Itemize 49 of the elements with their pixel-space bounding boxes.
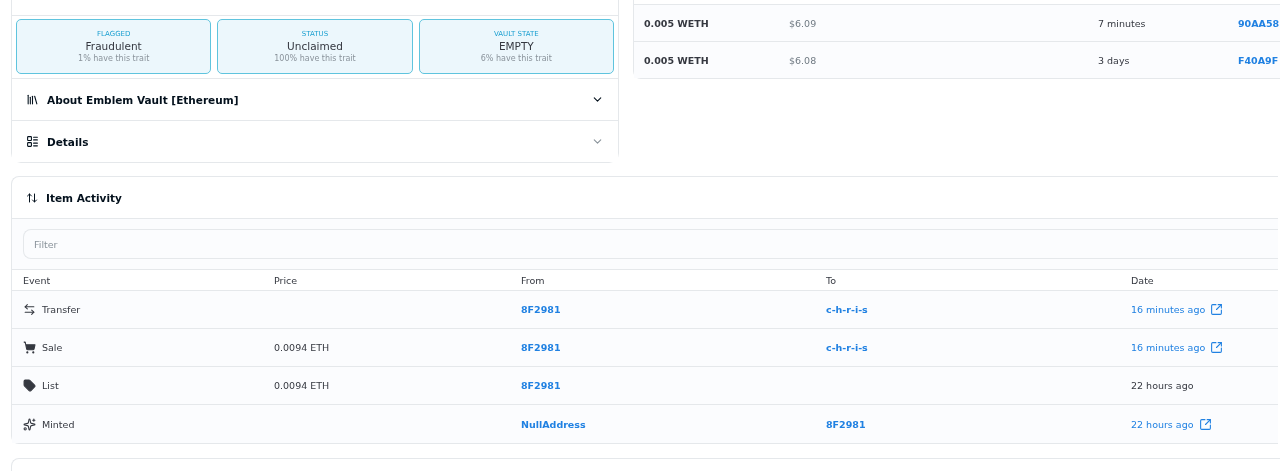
from-link[interactable]: NullAddress bbox=[521, 418, 586, 430]
trait-value: EMPTY bbox=[498, 40, 534, 52]
event-label: Sale bbox=[42, 342, 63, 353]
offer-expiration: 7 minutes bbox=[1098, 17, 1147, 29]
price-cell: 0.0094 ETH bbox=[274, 380, 330, 391]
column-header: Date bbox=[1131, 274, 1155, 286]
column-header: Price bbox=[274, 274, 299, 286]
up-down-arrows-icon bbox=[26, 191, 38, 204]
column-header: To bbox=[826, 274, 837, 286]
offer-from-link[interactable]: F40A9F bbox=[1238, 54, 1280, 66]
offer-expiration: 3 days bbox=[1098, 54, 1131, 66]
column-header: From bbox=[521, 274, 546, 286]
event-label: Minted bbox=[42, 418, 75, 430]
trait-rarity: 6% have this trait bbox=[480, 54, 552, 63]
external-link-icon bbox=[1198, 417, 1212, 431]
from-link[interactable]: 8F2981 bbox=[521, 342, 561, 353]
section-title: Item Activity bbox=[46, 191, 122, 204]
trait-value: Fraudulent bbox=[85, 40, 142, 52]
sparkle-icon bbox=[23, 417, 36, 431]
trait-rarity: 100% have this trait bbox=[274, 54, 356, 63]
offer-price: 0.005 WETH bbox=[644, 54, 710, 66]
date-link[interactable]: 22 hours ago bbox=[1131, 417, 1212, 431]
trait-rarity: 1% have this trait bbox=[78, 54, 150, 63]
external-link-icon bbox=[1210, 303, 1224, 316]
date-link[interactable]: 16 minutes ago bbox=[1131, 303, 1224, 316]
book-icon bbox=[26, 93, 39, 106]
date-text: 22 hours ago bbox=[1131, 380, 1194, 391]
offer-price: 0.005 WETH bbox=[644, 17, 710, 29]
cart-icon bbox=[23, 341, 36, 354]
list-icon bbox=[26, 135, 39, 148]
trait-value: Unclaimed bbox=[287, 40, 343, 52]
event-label: Transfer bbox=[42, 304, 81, 315]
to-link[interactable]: c-h-r-i-s bbox=[826, 304, 868, 315]
offer-from-link[interactable]: 90AA58 bbox=[1238, 17, 1280, 29]
to-link[interactable]: 8F2981 bbox=[826, 418, 866, 430]
offer-usd-price: $6.09 bbox=[789, 17, 818, 29]
price-cell: 0.0094 ETH bbox=[274, 342, 330, 353]
offer-usd-price: $6.08 bbox=[789, 54, 818, 66]
tag-icon bbox=[23, 379, 36, 392]
external-link-icon bbox=[1210, 341, 1224, 354]
event-label: List bbox=[42, 380, 59, 391]
date-link[interactable]: 16 minutes ago bbox=[1131, 341, 1224, 354]
to-link[interactable]: c-h-r-i-s bbox=[826, 342, 868, 353]
filter-input[interactable]: Filter bbox=[23, 229, 1278, 259]
column-header: Event bbox=[23, 274, 52, 286]
from-link[interactable]: 8F2981 bbox=[521, 380, 561, 391]
transfer-arrows-icon bbox=[23, 303, 36, 316]
from-link[interactable]: 8F2981 bbox=[521, 304, 561, 315]
accordion-header[interactable]: Details bbox=[12, 120, 618, 162]
